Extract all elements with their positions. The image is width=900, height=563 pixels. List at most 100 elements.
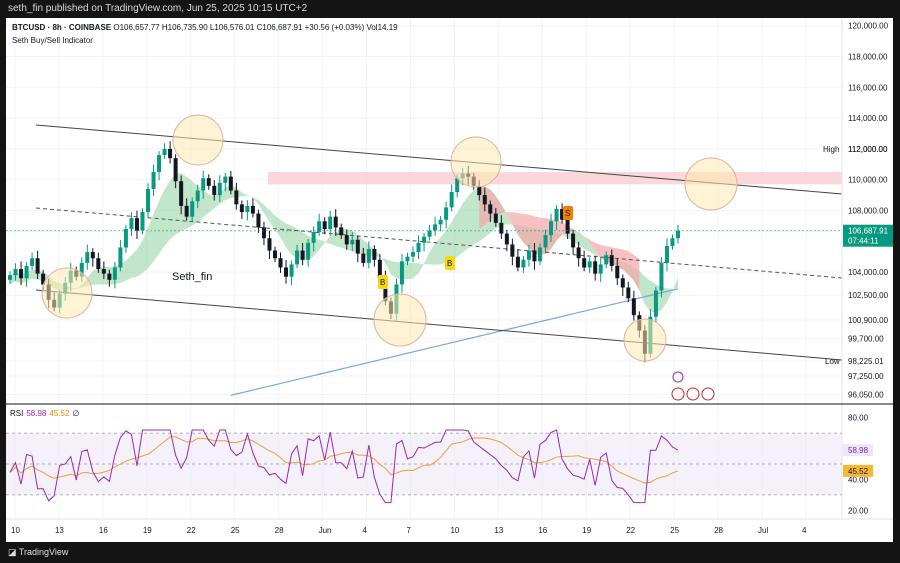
rsi-value: 58.98	[26, 409, 47, 418]
rsi-value-label: 58.98	[848, 446, 869, 455]
time-tick-label: 22	[187, 526, 196, 535]
candle-body	[134, 218, 139, 231]
highlight-circle	[41, 267, 93, 319]
footer-bar: ◪ TradingView	[0, 542, 900, 563]
signal-label: B	[380, 278, 385, 287]
candle-body	[549, 221, 554, 236]
candle-body	[615, 265, 620, 279]
candle-body	[223, 176, 228, 183]
time-tick-label: 25	[231, 526, 240, 535]
candle-body	[510, 244, 515, 257]
high-label: High	[823, 145, 839, 154]
candle-body	[372, 249, 377, 260]
candle-body	[168, 148, 173, 159]
candle-body	[107, 273, 112, 280]
indicator-name[interactable]: Seth Buy/Sell Indicator	[12, 36, 398, 45]
candle-body	[427, 230, 432, 237]
time-tick-label: 4	[802, 526, 807, 535]
price-tick-label: 100,900.00	[848, 316, 889, 325]
candle-body	[228, 176, 233, 191]
candle-body	[250, 205, 255, 214]
candle-body	[239, 204, 244, 213]
current-price-value: 106,687.91	[848, 227, 889, 236]
us-flag-event-icon	[671, 387, 685, 401]
candle-body	[664, 245, 669, 263]
candle-body	[96, 258, 101, 270]
candle-body	[670, 238, 675, 246]
highlight-circle	[684, 157, 738, 211]
candle-body	[676, 230, 680, 239]
candle-body	[361, 253, 366, 263]
candle-body	[438, 219, 443, 225]
candle-body	[399, 261, 404, 285]
candle-body	[90, 252, 95, 259]
candle-body	[411, 252, 416, 257]
candle-body	[24, 265, 29, 279]
candle-body	[482, 195, 487, 205]
candle-body	[217, 182, 222, 196]
time-tick-label: 13	[55, 526, 64, 535]
rsi-tick-label: 80.00	[848, 414, 869, 423]
tradingview-logo[interactable]: ◪ TradingView	[8, 547, 68, 558]
rsi-name[interactable]: RSI	[10, 409, 23, 418]
candle-body	[355, 239, 360, 254]
candle-body	[206, 178, 211, 186]
us-flag-event-icon	[701, 387, 715, 401]
candle-body	[173, 158, 178, 182]
time-tick-label: Jul	[758, 526, 768, 535]
candle-body	[35, 258, 40, 274]
candle-body	[344, 235, 349, 245]
ema-cloud	[10, 172, 678, 314]
candle-body	[537, 247, 542, 262]
candle-body	[245, 205, 250, 213]
price-tick-label: 96,050.00	[848, 391, 884, 400]
candle-body	[526, 250, 531, 260]
candle-body	[146, 188, 151, 213]
candle-body	[444, 207, 449, 220]
time-tick-label: 16	[538, 526, 547, 535]
candle-body	[433, 224, 438, 231]
price-tick-label: 104,000.00	[848, 268, 889, 277]
time-tick-label: Jun	[319, 526, 332, 535]
time-tick-label: 28	[275, 526, 284, 535]
candle-body	[571, 233, 576, 248]
us-flag-event-icon	[686, 387, 700, 401]
bar-countdown: 07:44:11	[848, 237, 879, 246]
candle-body	[626, 287, 631, 299]
time-tick-label: 10	[11, 526, 20, 535]
low-value: 98,225.01	[848, 357, 884, 366]
publisher-line: seth_fin published on TradingView.com, J…	[8, 3, 308, 14]
candle-body	[604, 255, 609, 265]
candle-body	[19, 269, 24, 279]
candle-body	[201, 178, 206, 191]
candle-body	[300, 250, 305, 260]
candle-body	[339, 227, 344, 236]
candle-body	[449, 192, 454, 208]
candle-body	[532, 250, 537, 262]
candle-body	[284, 267, 289, 277]
candle-body	[162, 148, 167, 156]
candle-body	[306, 242, 311, 260]
candle-body	[322, 221, 327, 229]
candle-body	[631, 298, 636, 316]
price-tick-label: 116,000.00	[848, 83, 888, 92]
candle-body	[123, 228, 128, 248]
candle-body	[289, 264, 294, 277]
chart-panel[interactable]: B B S Seth_fin 120,000.00 118,000.00 116,000.0…	[6, 18, 893, 542]
candle-body	[151, 172, 156, 189]
symbol-title[interactable]: BTCUSD · 8h · COINBASE	[12, 23, 111, 32]
candle-body	[543, 235, 548, 248]
publisher-bar: seth_fin published on TradingView.com, J…	[0, 0, 900, 18]
time-tick-label: 16	[99, 526, 108, 535]
candle-body	[587, 261, 592, 268]
candle-body	[350, 239, 355, 245]
candle-body	[576, 247, 581, 259]
candle-body	[311, 232, 316, 243]
candle-body	[272, 250, 277, 259]
price-chart-svg[interactable]: B B S Seth_fin 120,000.00 118,000.00 116,000.0…	[6, 18, 893, 542]
candle-body	[333, 216, 338, 228]
candle-body	[521, 259, 526, 268]
price-tick-label: 102,500.00	[848, 291, 889, 300]
rsi-hide-icon[interactable]: ∅	[72, 409, 79, 418]
candle-body	[13, 269, 18, 276]
